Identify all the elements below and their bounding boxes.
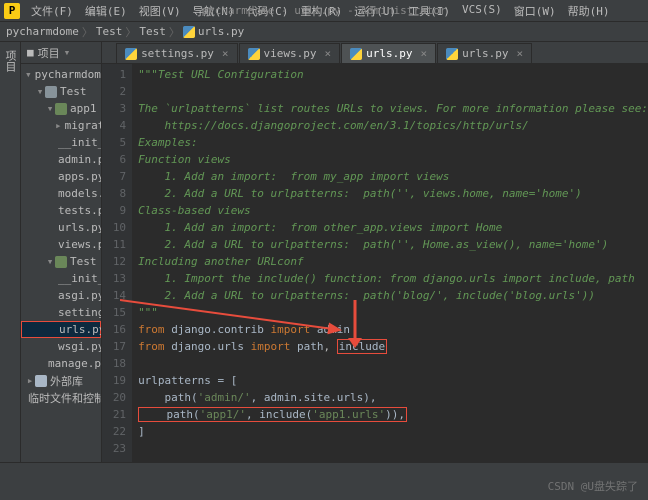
code-content[interactable]: """Test URL Configuration The `urlpatter…: [132, 64, 648, 462]
menu-view[interactable]: 视图(V): [134, 1, 186, 21]
menu-file[interactable]: 文件(F): [26, 1, 78, 21]
tree-header: ■ 项目 ▾: [21, 42, 101, 64]
app-logo: P: [4, 3, 20, 19]
editor-tab-urls-py[interactable]: urls.py×: [437, 43, 532, 63]
tree-node-app1[interactable]: ▾app1: [21, 100, 101, 117]
python-icon: [183, 26, 195, 38]
tree-node-views-py[interactable]: views.py: [21, 236, 101, 253]
menu-vcs[interactable]: VCS(S): [457, 1, 507, 21]
tree-header-title: ■: [27, 46, 34, 59]
crumb-project[interactable]: pycharmdome: [6, 25, 79, 38]
tree-node-urls-py[interactable]: urls.py: [21, 321, 101, 338]
editor-tab-urls-py[interactable]: urls.py×: [341, 43, 436, 63]
tree-node-apps-py[interactable]: apps.py: [21, 168, 101, 185]
tool-sidebar: 项目: [0, 42, 21, 462]
project-tree: ■ 项目 ▾ ▾pycharmdomeD:\pycharmdome▾Test▾a…: [21, 42, 102, 462]
crumb-folder1[interactable]: Test: [96, 25, 123, 38]
line-gutter: 1234567891011121314151617181920212223: [102, 64, 132, 462]
editor-tabs: settings.py×views.py×urls.py×urls.py×: [102, 42, 648, 64]
tree-node-__init__-py[interactable]: __init__.py: [21, 270, 101, 287]
editor-tab-views-py[interactable]: views.py×: [239, 43, 341, 63]
crumb-folder2[interactable]: Test: [139, 25, 166, 38]
include-highlight: include: [337, 339, 387, 354]
editor: settings.py×views.py×urls.py×urls.py× 12…: [102, 42, 648, 462]
tree-node-models-py[interactable]: models.py: [21, 185, 101, 202]
tree-node-外部库[interactable]: ▸外部库: [21, 372, 101, 389]
tree-node-manage-py[interactable]: manage.py: [21, 355, 101, 372]
code-area[interactable]: 1234567891011121314151617181920212223 ""…: [102, 64, 648, 462]
tree-node-asgi-py[interactable]: asgi.py: [21, 287, 101, 304]
editor-tab-settings-py[interactable]: settings.py×: [116, 43, 237, 63]
tree-node-Test[interactable]: ▾Test: [21, 253, 101, 270]
tree-title: 项目: [38, 45, 60, 61]
tree-node-migrations[interactable]: ▸migrations: [21, 117, 101, 134]
tree-node-临时文件和控制台[interactable]: 临时文件和控制台: [21, 389, 101, 406]
project-tool-tab[interactable]: 项目: [0, 46, 20, 76]
tree-node-Test[interactable]: ▾Test: [21, 83, 101, 100]
tree-node-__init__-py[interactable]: __init__.py: [21, 134, 101, 151]
tree-node-settings-py[interactable]: settings.py: [21, 304, 101, 321]
tree-node-pycharmdome[interactable]: ▾pycharmdomeD:\pycharmdome: [21, 66, 101, 83]
menu-window[interactable]: 窗口(W): [509, 1, 561, 21]
path-highlight: path('app1/', include('app1.urls')),: [138, 407, 407, 422]
crumb-file[interactable]: urls.py: [198, 25, 244, 38]
tree-node-urls-py[interactable]: urls.py: [21, 219, 101, 236]
window-title: pycharmdome - urls.py - Administrator: [201, 4, 446, 17]
menu-edit[interactable]: 编辑(E): [80, 1, 132, 21]
tree-node-wsgi-py[interactable]: wsgi.py: [21, 338, 101, 355]
breadcrumb: pycharmdome〉 Test〉 Test〉 urls.py: [0, 22, 648, 42]
menu-help[interactable]: 帮助(H): [563, 1, 615, 21]
menu-bar: P 文件(F) 编辑(E) 视图(V) 导航(N) 代码(C) 重构(R) 运行…: [0, 0, 648, 22]
tree-node-admin-py[interactable]: admin.py: [21, 151, 101, 168]
tree-node-tests-py[interactable]: tests.py: [21, 202, 101, 219]
watermark: CSDN @U盘失踪了: [548, 478, 638, 494]
